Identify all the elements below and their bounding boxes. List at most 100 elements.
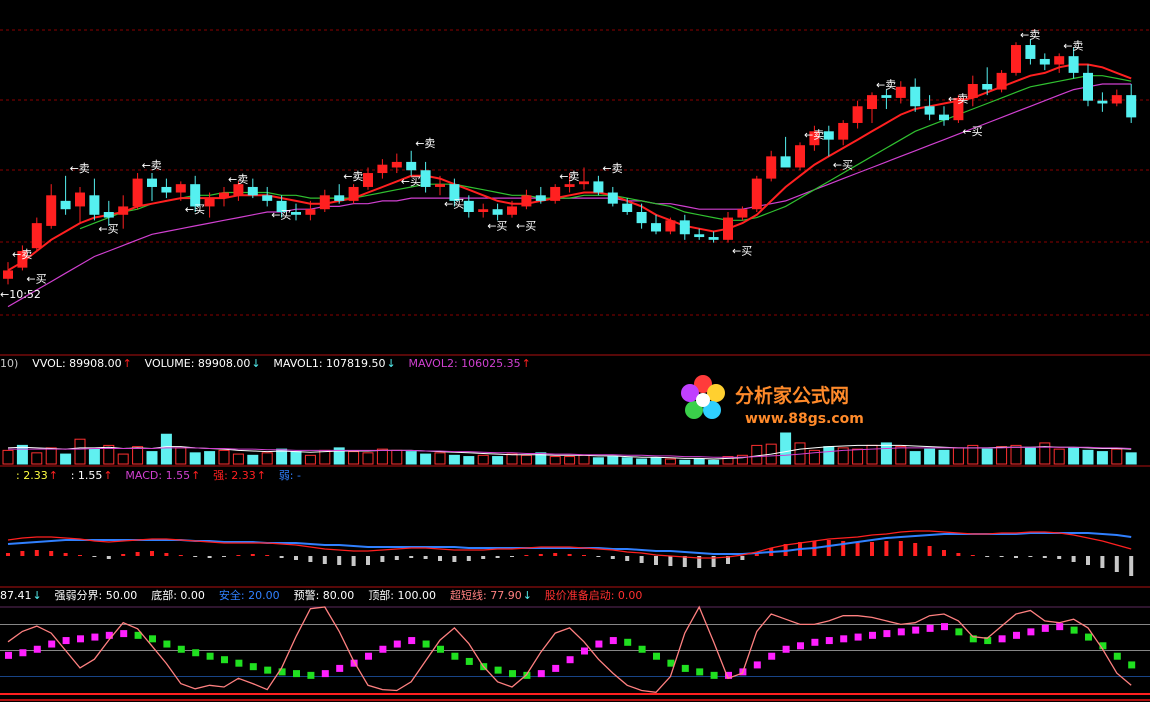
candle-body <box>478 209 489 212</box>
volume-bar <box>650 457 662 465</box>
macd-bar <box>927 546 932 556</box>
volume-bar <box>506 453 518 465</box>
macd-bar <box>1057 556 1062 559</box>
volume-bar <box>924 448 936 465</box>
candle-body <box>118 206 129 215</box>
trend-marker <box>48 640 56 648</box>
candle-body <box>723 217 733 240</box>
candle-body <box>780 156 791 168</box>
buy-signal-label: ←买 <box>516 220 536 233</box>
indicator-header-item: 超短线: 77.90 <box>450 588 522 602</box>
macd-bar <box>884 541 889 556</box>
macd-bar <box>409 556 414 558</box>
volume-bar <box>636 458 648 465</box>
trend-marker <box>249 663 257 671</box>
candle-body <box>147 178 157 187</box>
macd-bar <box>121 554 126 556</box>
macd-bar <box>668 556 673 566</box>
macd-panel <box>6 530 1134 576</box>
candle-body <box>1097 100 1108 104</box>
volume-bar <box>189 452 201 465</box>
volume-bar <box>2 449 14 465</box>
trend-marker <box>811 638 819 646</box>
volume-bar <box>45 447 57 465</box>
volume-bar <box>376 448 388 465</box>
volume-bar <box>16 444 28 465</box>
candle-body <box>175 184 186 193</box>
trend-marker <box>609 637 617 645</box>
time-label: ←10:52 <box>0 288 41 301</box>
macd-bar <box>1086 556 1090 565</box>
macd-bar <box>654 556 658 565</box>
macd-bar <box>236 555 241 556</box>
macd-bar <box>1114 556 1119 572</box>
macd-bar <box>898 541 903 556</box>
macd-bar <box>567 554 572 556</box>
candle-body <box>507 206 517 215</box>
volume-bar <box>146 451 158 465</box>
candle-body <box>982 84 993 90</box>
candle-body <box>492 209 503 215</box>
candle-body <box>1025 45 1036 59</box>
trend-marker <box>1056 623 1064 631</box>
macd-bar <box>207 556 212 558</box>
volume-bar <box>492 456 504 465</box>
macd-bar <box>855 542 860 556</box>
macd-bar <box>481 556 486 559</box>
macd-bar <box>78 555 82 556</box>
volume-bar <box>866 444 878 465</box>
trend-marker <box>696 668 704 676</box>
trend-marker <box>768 652 776 660</box>
volume-bar <box>1039 442 1051 465</box>
trend-marker <box>365 652 372 660</box>
volume-bar <box>348 451 360 465</box>
trend-marker <box>509 670 516 678</box>
sell-signal-label: ←卖 <box>602 162 622 175</box>
candle-body <box>867 95 877 110</box>
indicator-header-item: 顶部: 100.00 <box>368 588 436 602</box>
candle-body <box>651 223 661 232</box>
trend-marker <box>379 645 387 653</box>
candle-body <box>766 156 777 179</box>
macd-bar <box>510 556 514 557</box>
candle-body <box>924 106 935 115</box>
macd-bar <box>423 556 428 559</box>
indicator-header-item: 弱: - <box>279 469 301 482</box>
candle-body <box>348 186 359 201</box>
candle-body <box>579 181 589 185</box>
volume-bar <box>204 451 216 465</box>
candle-body <box>1068 56 1079 73</box>
trend-marker <box>451 652 459 660</box>
candle-body <box>535 195 546 201</box>
candle-body <box>46 195 57 226</box>
trend-marker <box>77 635 84 643</box>
macd-bar <box>380 556 385 562</box>
trend-marker <box>19 649 27 657</box>
candle-body <box>60 200 71 210</box>
sell-signal-label: ←卖 <box>142 159 162 172</box>
volume-bar <box>362 452 374 465</box>
macd-bar <box>466 556 471 561</box>
sell-signal-label: ←卖 <box>12 248 32 261</box>
candle-body <box>377 164 388 174</box>
candle-body <box>204 198 215 207</box>
indicator-header-item: 股价准备启动: 0.00 <box>545 588 643 602</box>
trend-marker <box>638 645 646 653</box>
volume-bar <box>852 448 864 465</box>
candle-body <box>334 195 345 201</box>
candle-body <box>1126 95 1137 118</box>
trend-marker <box>825 637 833 645</box>
candle-body <box>708 237 719 240</box>
indicator-header-item: 预警: 80.00 <box>294 588 355 602</box>
candle-body <box>89 195 100 215</box>
header-arrow-icon: ↑ <box>123 357 132 370</box>
volume-bar <box>1068 447 1080 465</box>
dea-line <box>7 532 1132 555</box>
candle-body <box>852 106 863 123</box>
macd-bar <box>999 556 1004 557</box>
macd-bar <box>985 556 990 557</box>
volume-bar <box>60 453 72 465</box>
trend-marker <box>264 666 272 674</box>
trend-marker <box>840 635 848 643</box>
buy-signal-label: ←买 <box>271 208 291 221</box>
